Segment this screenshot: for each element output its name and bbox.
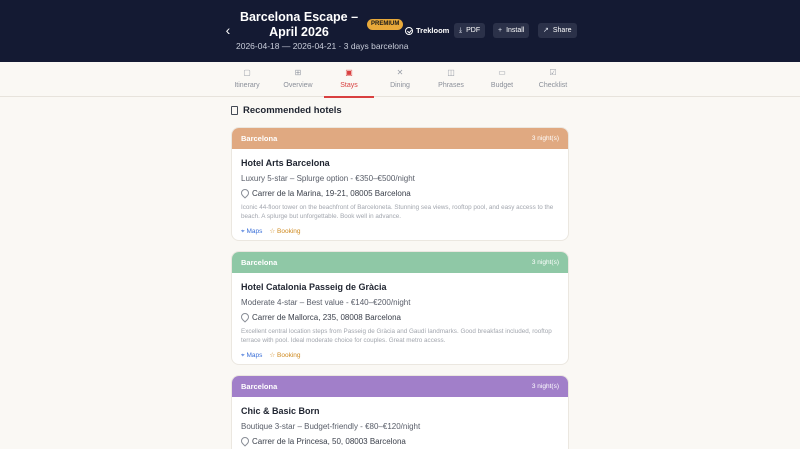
tab-bar: ▢ Itinerary ⊞ Overview ▣ Stays ✕ Dining …: [0, 62, 800, 98]
card-nights: 3 night(s): [531, 383, 559, 390]
card-city: Barcelona: [241, 134, 278, 143]
wallet-icon: ▭: [498, 68, 506, 77]
hotel-address: Carrer de Mallorca, 235, 08008 Barcelona: [241, 312, 559, 323]
tab-stays[interactable]: ▣ Stays: [324, 62, 374, 98]
tab-itinerary[interactable]: ▢ Itinerary: [222, 62, 272, 97]
app-header: ‹ Barcelona Escape – April 2026 PREMIUM …: [0, 0, 800, 62]
share-label: Share: [552, 27, 572, 34]
download-icon: ⤓: [459, 27, 463, 34]
tab-label: Overview: [283, 82, 313, 89]
hotel-name: Hotel Arts Barcelona: [241, 158, 330, 168]
tab-label: Checklist: [538, 82, 568, 89]
maps-link[interactable]: ⌖ Maps: [241, 227, 262, 236]
tab-label: Budget: [490, 82, 514, 89]
maps-link-label: Maps: [246, 352, 263, 359]
card-header: Barcelona 3 night(s): [232, 376, 568, 397]
hotel-address: Carrer de la Princesa, 50, 08003 Barcelo…: [241, 436, 559, 447]
card-header: Barcelona 3 night(s): [232, 252, 568, 273]
book-icon: ◫: [447, 68, 455, 77]
card-city: Barcelona: [241, 258, 278, 267]
tab-label: Stays: [340, 82, 358, 89]
hotel-name: Hotel Catalonia Passeig de Gràcia: [241, 282, 387, 292]
share-arrow-icon: ↗: [543, 27, 549, 34]
hotel-description: Excellent central location steps from Pa…: [241, 328, 552, 344]
install-button[interactable]: + Install: [493, 23, 530, 38]
card-nights: 3 night(s): [531, 135, 559, 142]
card-header: Barcelona 3 night(s): [232, 128, 568, 149]
hotel-address-text: Carrer de Mallorca, 235, 08008 Barcelona: [252, 313, 401, 322]
hotel-card: Barcelona 3 night(s) Hotel Catalonia Pas…: [231, 251, 569, 365]
pdf-button[interactable]: ⤓ PDF: [454, 23, 486, 38]
tab-label: Dining: [390, 82, 410, 89]
hotel-meta: Boutique 3-star – Budget-friendly - €80–…: [241, 422, 421, 431]
map-pin-icon: [241, 189, 248, 198]
tab-checklist[interactable]: ☑ Checklist: [528, 62, 578, 97]
checkbox-icon: ☑: [549, 68, 557, 77]
hotel-meta: Luxury 5-star – Splurge option - €350–€5…: [241, 174, 415, 183]
hotel-description: Iconic 44-floor tower on the beachfront …: [241, 204, 554, 220]
card-city: Barcelona: [241, 382, 278, 391]
tab-budget[interactable]: ▭ Budget: [477, 62, 527, 97]
trip-subtitle: 2026-04-18 — 2026-04-21 · 3 days barcelo…: [236, 41, 409, 51]
star-icon: ☆: [269, 352, 276, 359]
section-title: Recommended hotels: [231, 105, 342, 116]
plus-icon: +: [498, 27, 503, 34]
hotel-card: Barcelona 3 night(s) Hotel Arts Barcelon…: [231, 127, 569, 241]
map-pin-icon: [241, 313, 248, 322]
maps-link[interactable]: ⌖ Maps: [241, 351, 262, 360]
card-body: Hotel Arts Barcelona Luxury 5-star – Spl…: [232, 149, 568, 236]
share-button[interactable]: ↗ Share: [538, 23, 577, 38]
map-pin-icon: ⌖: [241, 352, 245, 359]
calendar-icon: ▢: [243, 68, 251, 77]
booking-link[interactable]: ☆ Booking: [269, 351, 300, 360]
hotel-icon: ▣: [345, 68, 353, 77]
hotel-meta: Moderate 4-star – Best value - €140–€200…: [241, 298, 411, 307]
star-icon: ☆: [269, 228, 276, 235]
brand-link[interactable]: Trekloom: [405, 25, 449, 36]
install-label: Install: [506, 27, 525, 34]
tab-overview[interactable]: ⊞ Overview: [273, 62, 323, 97]
tab-label: Phrases: [438, 82, 464, 89]
booking-link-label: Booking: [277, 228, 301, 235]
brand-label: Trekloom: [416, 26, 450, 35]
card-body: Hotel Catalonia Passeig de Gràcia Modera…: [232, 273, 568, 360]
map-pin-icon: [241, 437, 248, 446]
card-nights: 3 night(s): [531, 259, 559, 266]
tab-phrases[interactable]: ◫ Phrases: [426, 62, 476, 97]
tab-dining[interactable]: ✕ Dining: [375, 62, 425, 97]
hotel-links: ⌖ Maps ☆ Booking: [241, 351, 559, 360]
tab-label: Itinerary: [234, 82, 260, 89]
card-body: Chic & Basic Born Boutique 3-star – Budg…: [232, 397, 568, 447]
hotel-links: ⌖ Maps ☆ Booking: [241, 227, 559, 236]
hotel-address-text: Carrer de la Marina, 19-21, 08005 Barcel…: [252, 189, 411, 198]
grid-icon: ⊞: [294, 68, 302, 77]
booking-link[interactable]: ☆ Booking: [269, 227, 300, 236]
trip-title: Barcelona Escape – April 2026: [239, 10, 359, 39]
chevron-left-icon[interactable]: ‹: [222, 22, 234, 38]
maps-link-label: Maps: [246, 228, 263, 235]
compass-icon: [405, 26, 413, 35]
hotel-address-text: Carrer de la Princesa, 50, 08003 Barcelo…: [252, 437, 406, 446]
premium-badge: PREMIUM: [367, 19, 404, 30]
hotel-address: Carrer de la Marina, 19-21, 08005 Barcel…: [241, 188, 559, 199]
utensils-icon: ✕: [396, 68, 404, 77]
hotel-card: Barcelona 3 night(s) Chic & Basic Born B…: [231, 375, 569, 449]
building-icon: [231, 106, 238, 115]
hotel-name: Chic & Basic Born: [241, 406, 320, 416]
map-pin-icon: ⌖: [241, 228, 245, 235]
section-title-label: Recommended hotels: [243, 105, 342, 116]
booking-link-label: Booking: [277, 352, 301, 359]
pdf-label: PDF: [466, 27, 481, 34]
